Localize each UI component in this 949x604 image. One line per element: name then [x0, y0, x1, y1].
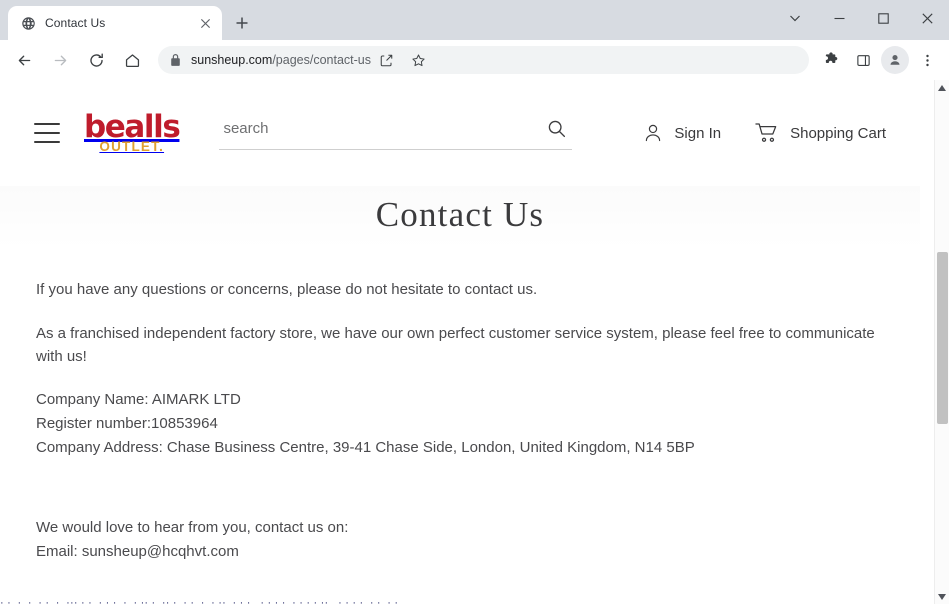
page-scrollbar[interactable]: [934, 80, 949, 604]
extensions-puzzle-icon[interactable]: [817, 46, 845, 74]
search-bar: [219, 116, 572, 150]
three-dot-menu-icon[interactable]: [913, 46, 941, 74]
email-line: Email: sunsheup@hcqhvt.com: [36, 541, 884, 564]
scroll-up-arrow-icon[interactable]: [935, 80, 949, 95]
browser-window: Contact Us: [0, 0, 949, 604]
sign-in-link[interactable]: Sign In: [642, 122, 721, 144]
minimize-button[interactable]: [817, 1, 861, 35]
cart-icon: [755, 122, 780, 144]
search-input[interactable]: [223, 120, 544, 137]
lock-icon: [170, 54, 181, 66]
address-bar[interactable]: sunsheup.com/pages/contact-us: [158, 46, 809, 74]
sign-in-label: Sign In: [674, 125, 721, 142]
close-icon[interactable]: [196, 14, 214, 32]
page-title-band: Contact Us: [0, 186, 920, 249]
home-button[interactable]: [117, 45, 147, 75]
company-details: Company Name: AIMARK LTD Register number…: [36, 389, 884, 459]
globe-icon: [20, 15, 36, 31]
content-spacer: [36, 481, 884, 517]
contact-details: We would love to hear from you, contact …: [36, 517, 884, 564]
search-icon[interactable]: [544, 116, 568, 140]
page-viewport: bealls OUTLET.: [0, 80, 949, 604]
forward-button[interactable]: [45, 45, 75, 75]
url-host: sunsheup.com: [191, 53, 272, 67]
scrollbar-thumb[interactable]: [937, 252, 948, 424]
clipped-footer-text: ·.·..· .·. ·.·..·. ···.·.· .·.· ·..·. ·.…: [0, 599, 905, 604]
share-icon[interactable]: [373, 46, 401, 74]
reload-button[interactable]: [81, 45, 111, 75]
tab-strip: Contact Us: [0, 0, 949, 40]
intro-paragraph: If you have any questions or concerns, p…: [36, 279, 884, 302]
browser-tab-contact-us[interactable]: Contact Us: [8, 6, 222, 40]
url-path: /pages/contact-us: [272, 53, 371, 67]
omnibox-actions: [371, 46, 435, 74]
header-actions: Sign In Shopping Cart: [608, 122, 886, 144]
register-number-line: Register number:10853964: [36, 413, 884, 436]
franchise-paragraph: As a franchised independent factory stor…: [36, 323, 884, 369]
url-text: sunsheup.com/pages/contact-us: [191, 53, 371, 67]
user-icon: [642, 122, 664, 144]
site-header: bealls OUTLET.: [0, 80, 920, 186]
back-button[interactable]: [9, 45, 39, 75]
window-controls: [773, 0, 949, 36]
close-window-button[interactable]: [905, 1, 949, 35]
contact-intro-line: We would love to hear from you, contact …: [36, 517, 884, 540]
shopping-cart-label: Shopping Cart: [790, 125, 886, 142]
profile-avatar-icon[interactable]: [881, 46, 909, 74]
page-content: If you have any questions or concerns, p…: [0, 249, 920, 563]
page-title: Contact Us: [0, 195, 920, 235]
tab-title: Contact Us: [45, 16, 196, 30]
bookmark-star-icon[interactable]: [405, 46, 433, 74]
shopping-cart-link[interactable]: Shopping Cart: [755, 122, 886, 144]
company-name-line: Company Name: AIMARK LTD: [36, 389, 884, 412]
company-address-line: Company Address: Chase Business Centre, …: [36, 437, 884, 460]
new-tab-button[interactable]: [228, 9, 256, 37]
scroll-down-arrow-icon[interactable]: [935, 589, 949, 604]
tab-search-icon[interactable]: [773, 1, 817, 35]
site-logo[interactable]: bealls OUTLET.: [84, 112, 179, 154]
side-panel-icon[interactable]: [849, 46, 877, 74]
maximize-button[interactable]: [861, 1, 905, 35]
hamburger-menu-icon[interactable]: [34, 123, 60, 143]
web-page: bealls OUTLET.: [0, 80, 920, 604]
browser-toolbar: sunsheup.com/pages/contact-us: [0, 40, 949, 80]
